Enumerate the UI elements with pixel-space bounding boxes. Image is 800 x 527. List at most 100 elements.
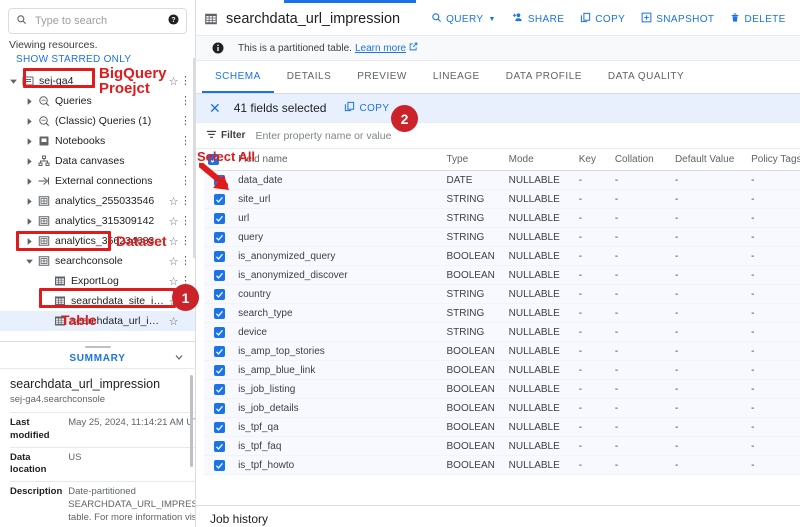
tree-item-searchdata-site-impres[interactable]: searchdata_site_impres...☆⋮ bbox=[0, 291, 195, 311]
table-row[interactable]: countrySTRINGNULLABLE----- bbox=[204, 285, 800, 304]
expand-caret-icon[interactable] bbox=[22, 97, 36, 106]
star-icon[interactable]: ☆ bbox=[167, 235, 180, 248]
tree-item-sej-ga4[interactable]: sej-ga4☆⋮ bbox=[0, 71, 195, 91]
more-options-icon[interactable]: ⋮ bbox=[180, 176, 191, 187]
tree-item-data-canvases[interactable]: Data canvases⋮ bbox=[0, 151, 195, 171]
tree-item-exportlog[interactable]: ExportLog☆⋮ bbox=[0, 271, 195, 291]
table-row[interactable]: data_dateDATENULLABLE----- bbox=[204, 171, 800, 190]
table-row[interactable]: is_anonymized_queryBOOLEANNULLABLE----- bbox=[204, 247, 800, 266]
row-checkbox[interactable] bbox=[204, 380, 234, 399]
row-checkbox[interactable] bbox=[204, 323, 234, 342]
more-options-icon[interactable]: ⋮ bbox=[180, 216, 191, 227]
tree-item-queries[interactable]: Queries⋮ bbox=[0, 91, 195, 111]
table-row[interactable]: site_urlSTRINGNULLABLE----- bbox=[204, 190, 800, 209]
row-checkbox[interactable] bbox=[204, 228, 234, 247]
column-header-default-value[interactable]: Default Value bbox=[671, 149, 747, 171]
collapse-caret-icon[interactable] bbox=[22, 257, 36, 266]
row-checkbox[interactable] bbox=[204, 190, 234, 209]
search-box[interactable]: ? bbox=[8, 8, 187, 34]
tree-item-analytics-356234683[interactable]: analytics_356234683☆⋮ bbox=[0, 231, 195, 251]
tab-data-profile[interactable]: DATA PROFILE bbox=[493, 60, 595, 93]
job-history-footer[interactable]: Job history bbox=[196, 505, 800, 527]
row-checkbox[interactable] bbox=[204, 342, 234, 361]
summary-header[interactable]: SUMMARY bbox=[0, 348, 195, 368]
row-checkbox[interactable] bbox=[204, 209, 234, 228]
more-options-icon[interactable]: ⋮ bbox=[180, 136, 191, 147]
column-header-type[interactable]: Type bbox=[443, 149, 505, 171]
row-checkbox[interactable] bbox=[204, 456, 234, 475]
star-icon[interactable]: ☆ bbox=[167, 315, 180, 328]
star-icon[interactable]: ☆ bbox=[167, 255, 180, 268]
table-row[interactable]: is_job_detailsBOOLEANNULLABLE----- bbox=[204, 399, 800, 418]
external-link-icon[interactable] bbox=[409, 42, 418, 54]
row-checkbox[interactable] bbox=[204, 399, 234, 418]
tree-item-searchconsole[interactable]: searchconsole☆⋮ bbox=[0, 251, 195, 271]
star-icon[interactable]: ☆ bbox=[167, 75, 180, 88]
more-options-icon[interactable]: ⋮ bbox=[180, 116, 191, 127]
table-row[interactable]: search_typeSTRINGNULLABLE----- bbox=[204, 304, 800, 323]
snapshot-button[interactable]: SNAPSHOT bbox=[634, 8, 721, 30]
filter-input[interactable] bbox=[253, 129, 800, 143]
more-options-icon[interactable]: ⋮ bbox=[180, 76, 191, 87]
tree-item-notebooks[interactable]: Notebooks⋮ bbox=[0, 131, 195, 151]
expand-caret-icon[interactable] bbox=[22, 157, 36, 166]
tab-data-quality[interactable]: DATA QUALITY bbox=[595, 60, 697, 93]
row-checkbox[interactable] bbox=[204, 285, 234, 304]
column-header-collation[interactable]: Collation bbox=[611, 149, 671, 171]
row-checkbox[interactable] bbox=[204, 247, 234, 266]
star-icon[interactable]: ☆ bbox=[167, 275, 180, 288]
close-icon[interactable]: ✕ bbox=[206, 101, 224, 115]
tree-item-classic-queries-1[interactable]: (Classic) Queries (1)⋮ bbox=[0, 111, 195, 131]
delete-button[interactable]: DELETE bbox=[723, 8, 792, 30]
tab-schema[interactable]: SCHEMA bbox=[202, 60, 274, 93]
share-button[interactable]: SHARE bbox=[505, 8, 571, 30]
row-checkbox[interactable] bbox=[204, 437, 234, 456]
row-checkbox[interactable] bbox=[204, 361, 234, 380]
table-row[interactable]: is_tpf_howtoBOOLEANNULLABLE----- bbox=[204, 456, 800, 475]
table-row[interactable]: is_anonymized_discoverBOOLEANNULLABLE---… bbox=[204, 266, 800, 285]
tree-item-analytics-315309142[interactable]: analytics_315309142☆⋮ bbox=[0, 211, 195, 231]
tree-item-searchdata-url-impress[interactable]: searchdata_url_impress...☆ bbox=[0, 311, 195, 331]
table-row[interactable]: is_tpf_qaBOOLEANNULLABLE----- bbox=[204, 418, 800, 437]
star-icon[interactable]: ☆ bbox=[167, 195, 180, 208]
copy-button[interactable]: COPY bbox=[573, 8, 632, 30]
column-header-key[interactable]: Key bbox=[575, 149, 611, 171]
expand-caret-icon[interactable] bbox=[22, 237, 36, 246]
summary-scrollbar[interactable] bbox=[190, 375, 193, 467]
row-checkbox[interactable] bbox=[204, 171, 234, 190]
more-options-icon[interactable]: ⋮ bbox=[180, 196, 191, 207]
tree-item-analytics-255033546[interactable]: analytics_255033546☆⋮ bbox=[0, 191, 195, 211]
row-checkbox[interactable] bbox=[204, 304, 234, 323]
query-button[interactable]: QUERY▼ bbox=[424, 8, 503, 30]
more-options-icon[interactable]: ⋮ bbox=[180, 296, 191, 307]
expand-caret-icon[interactable] bbox=[22, 117, 36, 126]
star-icon[interactable]: ☆ bbox=[167, 295, 180, 308]
table-row[interactable]: is_tpf_faqBOOLEANNULLABLE----- bbox=[204, 437, 800, 456]
star-icon[interactable]: ☆ bbox=[167, 215, 180, 228]
export-button[interactable]: EXPORT▼ bbox=[795, 8, 800, 30]
chevron-down-icon[interactable] bbox=[173, 351, 185, 366]
table-row[interactable]: urlSTRINGNULLABLE----- bbox=[204, 209, 800, 228]
more-options-icon[interactable]: ⋮ bbox=[180, 256, 191, 267]
show-starred-only-button[interactable]: SHOW STARRED ONLY bbox=[0, 51, 195, 69]
expand-caret-icon[interactable] bbox=[22, 217, 36, 226]
row-checkbox[interactable] bbox=[204, 418, 234, 437]
select-all-checkbox[interactable] bbox=[204, 149, 234, 171]
table-row[interactable]: is_amp_top_storiesBOOLEANNULLABLE----- bbox=[204, 342, 800, 361]
tree-item-external-connections[interactable]: External connections⋮ bbox=[0, 171, 195, 191]
filter-button[interactable]: Filter bbox=[206, 129, 245, 143]
learn-more-link[interactable]: Learn more bbox=[355, 43, 406, 54]
row-checkbox[interactable] bbox=[204, 266, 234, 285]
more-options-icon[interactable]: ⋮ bbox=[180, 276, 191, 287]
column-header-mode[interactable]: Mode bbox=[505, 149, 575, 171]
help-icon[interactable]: ? bbox=[168, 14, 179, 28]
expand-caret-icon[interactable] bbox=[22, 177, 36, 186]
more-options-icon[interactable]: ⋮ bbox=[180, 236, 191, 247]
column-header-field-name[interactable]: Field name bbox=[234, 149, 442, 171]
table-row[interactable]: is_amp_blue_linkBOOLEANNULLABLE----- bbox=[204, 361, 800, 380]
expand-caret-icon[interactable] bbox=[22, 197, 36, 206]
expand-caret-icon[interactable] bbox=[22, 137, 36, 146]
more-options-icon[interactable]: ⋮ bbox=[180, 96, 191, 107]
table-row[interactable]: is_job_listingBOOLEANNULLABLE----- bbox=[204, 380, 800, 399]
table-row[interactable]: deviceSTRINGNULLABLE----- bbox=[204, 323, 800, 342]
